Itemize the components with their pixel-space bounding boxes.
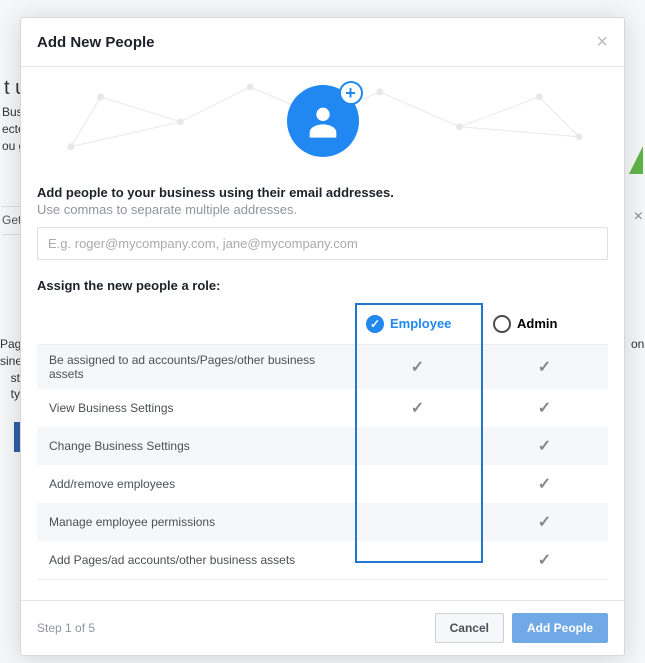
perm-label: Manage employee permissions <box>37 507 354 537</box>
step-indicator: Step 1 of 5 <box>37 621 95 635</box>
perm-label: View Business Settings <box>37 393 354 423</box>
perm-label: Add/remove employees <box>37 469 354 499</box>
cancel-button[interactable]: Cancel <box>435 613 504 643</box>
perm-label: Be assigned to ad accounts/Pages/other b… <box>37 345 354 389</box>
add-people-modal: Add New People × <box>20 17 625 656</box>
check-icon: ✓ <box>411 398 424 418</box>
check-icon: ✓ <box>538 512 551 532</box>
role-admin[interactable]: Admin <box>481 315 608 333</box>
hero-graphic: + <box>21 67 624 167</box>
person-icon: + <box>287 85 359 157</box>
close-icon[interactable]: × <box>596 32 608 52</box>
table-row: Manage employee permissions ✓ <box>37 503 608 541</box>
radio-checked-icon <box>366 315 384 333</box>
table-row: Be assigned to ad accounts/Pages/other b… <box>37 345 608 389</box>
perm-label: Add Pages/ad accounts/other business ass… <box>37 545 354 575</box>
instruction-text: Add people to your business using their … <box>37 185 608 200</box>
modal-header: Add New People × <box>21 18 624 67</box>
check-icon: ✓ <box>538 474 551 494</box>
role-admin-label: Admin <box>517 316 557 331</box>
instruction-subtext: Use commas to separate multiple addresse… <box>37 202 608 217</box>
radio-unchecked-icon <box>493 315 511 333</box>
assign-role-label: Assign the new people a role: <box>37 278 608 293</box>
table-row: View Business Settings ✓ ✓ <box>37 389 608 427</box>
modal-footer: Step 1 of 5 Cancel Add People <box>21 600 624 655</box>
add-people-button[interactable]: Add People <box>512 613 608 643</box>
modal-title: Add New People <box>37 34 155 51</box>
email-input[interactable] <box>37 227 608 260</box>
permissions-table: Employee Admin Be assigned to ad account… <box>37 303 608 580</box>
check-icon: ✓ <box>538 436 551 456</box>
role-employee[interactable]: Employee <box>354 315 481 333</box>
plus-icon: + <box>339 81 363 105</box>
role-employee-label: Employee <box>390 316 451 331</box>
table-row: Add/remove employees ✓ <box>37 465 608 503</box>
table-row: Change Business Settings ✓ <box>37 427 608 465</box>
table-row: Add Pages/ad accounts/other business ass… <box>37 541 608 579</box>
modal-body: + Add people to your business using thei… <box>21 67 624 600</box>
check-icon: ✓ <box>538 398 551 418</box>
check-icon: ✓ <box>411 357 424 377</box>
perm-label: Change Business Settings <box>37 431 354 461</box>
check-icon: ✓ <box>538 357 551 377</box>
check-icon: ✓ <box>538 550 551 570</box>
